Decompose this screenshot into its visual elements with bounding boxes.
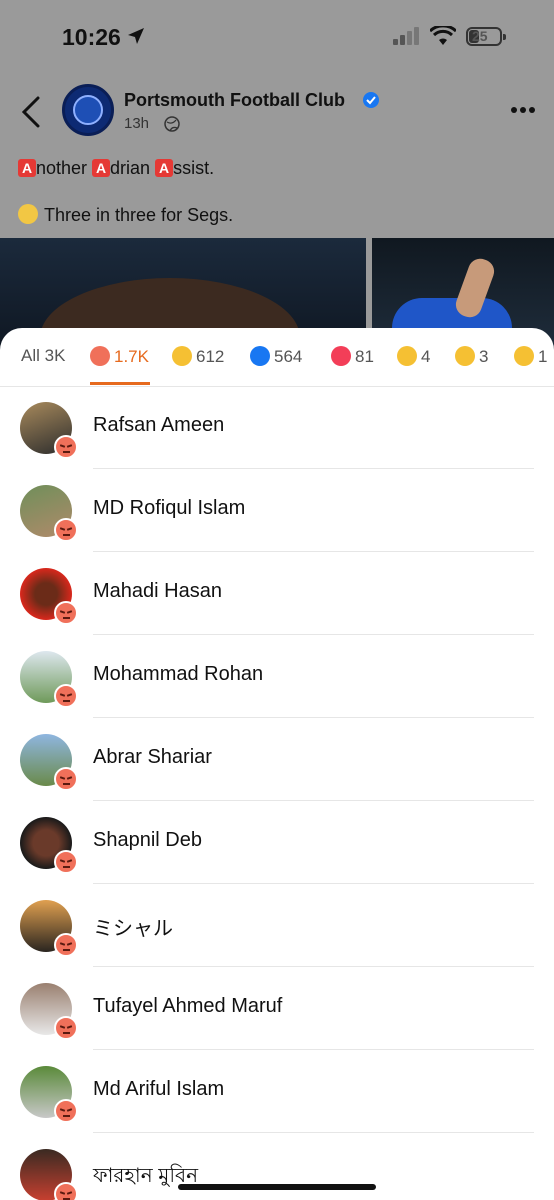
person-name[interactable]: Mohammad Rohan (93, 663, 263, 686)
love-icon (331, 346, 351, 366)
tab-wow[interactable]: 1 (514, 346, 547, 386)
angry-reaction-icon (54, 933, 78, 957)
tab-angry[interactable]: 1.7K (90, 346, 150, 386)
active-tab-indicator (90, 382, 150, 385)
angry-reaction-icon (54, 1016, 78, 1040)
person-name[interactable]: Rafsan Ameen (93, 414, 224, 437)
sad-icon (455, 346, 475, 366)
post-time: 13h (124, 115, 150, 132)
letter-a-icon: A (155, 159, 174, 177)
person-name[interactable]: Shapnil Deb (93, 829, 202, 852)
tab-care[interactable]: 4 (397, 346, 430, 386)
post-background: 10:26 25 Portsmouth Football Club 13h An… (0, 0, 554, 360)
status-time: 10:26 (62, 24, 121, 50)
page-avatar[interactable] (62, 84, 114, 136)
letter-a-icon: A (18, 159, 36, 177)
like-icon (250, 346, 270, 366)
haha-icon (172, 346, 192, 366)
angry-reaction-icon (54, 684, 78, 708)
relieved-emoji-icon (18, 204, 38, 224)
tab-haha[interactable]: 612 (172, 346, 224, 386)
reactions-sheet: All 3K 1.7K 612 564 81 4 3 1 Rafsan Amee… (0, 328, 554, 1200)
list-item[interactable]: Shapnil Deb (0, 801, 554, 884)
list-item[interactable]: Rafsan Ameen (0, 386, 554, 469)
post-text-line1: Another Adrian Assist. (18, 158, 214, 179)
back-chevron-icon[interactable] (20, 96, 42, 128)
angry-icon (90, 346, 110, 366)
angry-reaction-icon (54, 1099, 78, 1123)
tab-like[interactable]: 564 (250, 346, 302, 386)
person-name[interactable]: Mahadi Hasan (93, 580, 222, 603)
angry-reaction-icon (54, 850, 78, 874)
list-item[interactable]: MD Rofiqul Islam (0, 469, 554, 552)
verified-badge-icon (363, 92, 379, 108)
list-item[interactable]: ミシャル (0, 884, 554, 967)
person-name[interactable]: ミシャル (93, 912, 173, 941)
person-name[interactable]: Abrar Shariar (93, 746, 212, 769)
list-item[interactable]: Mohammad Rohan (0, 635, 554, 718)
angry-reaction-icon (54, 1182, 78, 1200)
tab-all[interactable]: All 3K (21, 346, 65, 386)
list-item[interactable]: Abrar Shariar (0, 718, 554, 801)
list-item[interactable]: Tufayel Ahmed Maruf (0, 967, 554, 1050)
wifi-icon (430, 26, 456, 45)
letter-a-icon: A (92, 159, 111, 177)
status-bar: 10:26 25 (0, 0, 554, 70)
post-text-line2: Three in three for Segs. (18, 204, 233, 226)
battery-level: 25 (472, 28, 488, 44)
person-name[interactable]: Md Ariful Islam (93, 1078, 224, 1101)
battery-icon: 25 (466, 27, 506, 46)
tab-love[interactable]: 81 (331, 346, 374, 386)
globe-icon (164, 116, 180, 132)
person-name[interactable]: Tufayel Ahmed Maruf (93, 995, 282, 1018)
angry-reaction-icon (54, 601, 78, 625)
tab-sad[interactable]: 3 (455, 346, 488, 386)
care-icon (397, 346, 417, 366)
angry-reaction-icon (54, 767, 78, 791)
list-item[interactable]: Mahadi Hasan (0, 552, 554, 635)
reaction-tabs: All 3K 1.7K 612 564 81 4 3 1 (0, 328, 554, 387)
angry-reaction-icon (54, 435, 78, 459)
wow-icon (514, 346, 534, 366)
page-name[interactable]: Portsmouth Football Club (124, 90, 345, 111)
more-options-icon[interactable] (510, 106, 536, 114)
list-item[interactable]: Md Ariful Islam (0, 1050, 554, 1133)
home-indicator[interactable] (178, 1184, 376, 1190)
location-arrow-icon (128, 28, 144, 44)
person-name[interactable]: MD Rofiqul Islam (93, 497, 245, 520)
angry-reaction-icon (54, 518, 78, 542)
signal-icon (393, 27, 419, 45)
